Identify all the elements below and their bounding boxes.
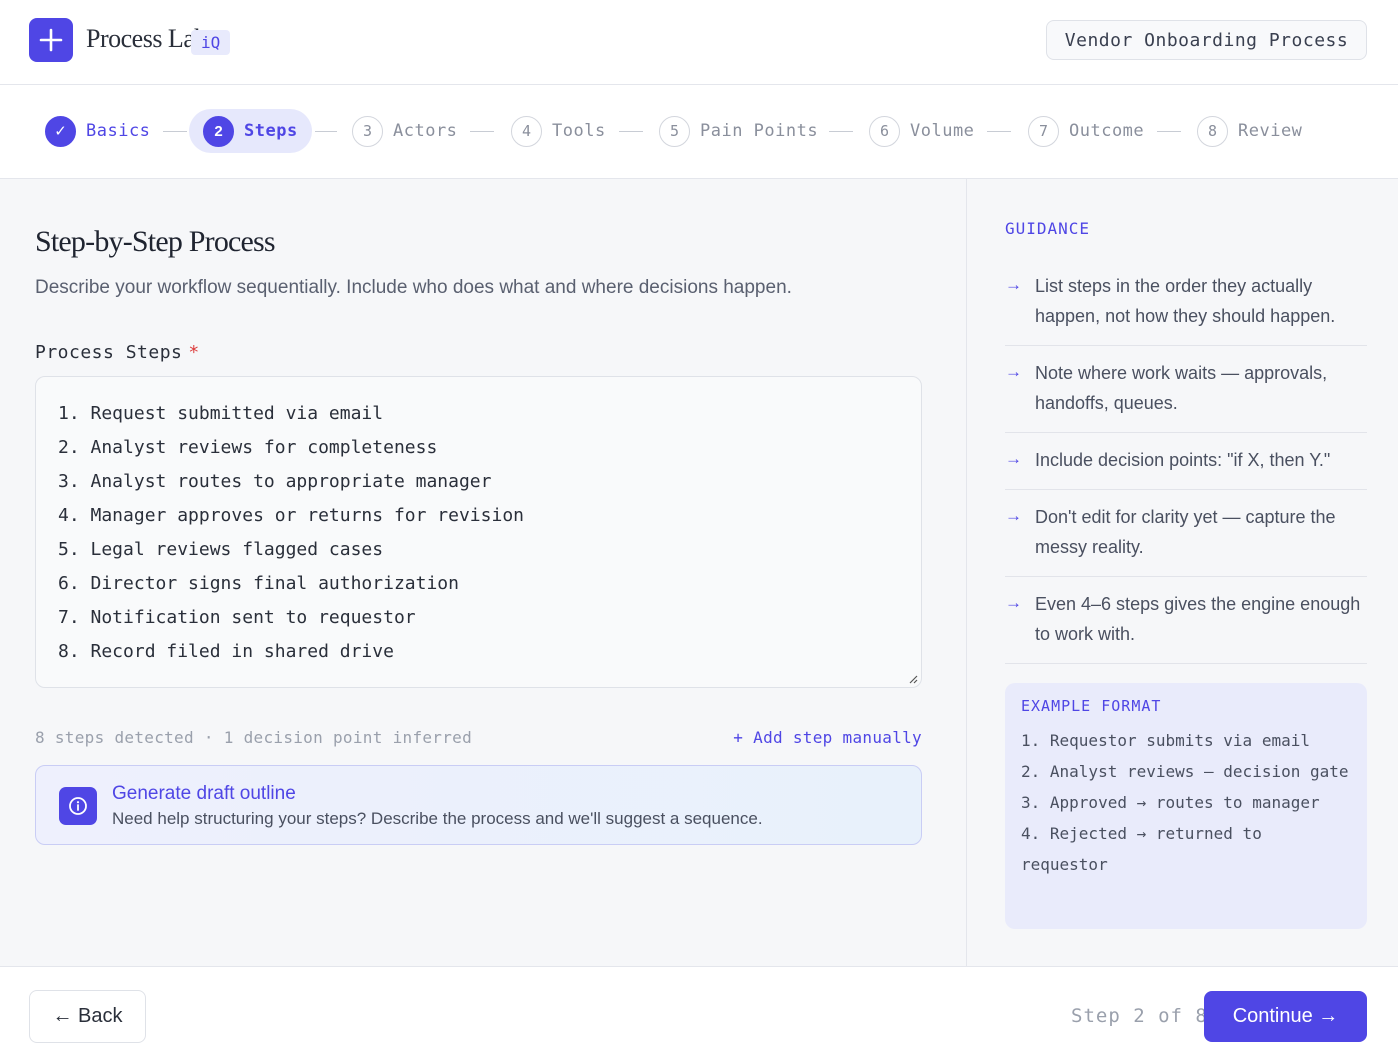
step-label: Pain Points [700, 121, 819, 141]
step-connector [987, 131, 1011, 132]
brand-name: Process Lab [86, 24, 207, 53]
info-icon [59, 787, 97, 825]
app-header: Process Lab iQ Vendor Onboarding Process [0, 0, 1398, 85]
list-item: → Don't edit for clarity yet — capture t… [1005, 490, 1367, 577]
required-marker: * [188, 342, 200, 363]
step-label: Outcome [1069, 121, 1145, 141]
example-line: 2. Analyst reviews — decision gate [1021, 762, 1349, 781]
arrow-right-icon: → [1005, 593, 1022, 612]
example-line: 3. Approved → routes to manager [1021, 793, 1320, 812]
step-label: Actors [393, 121, 458, 141]
step-label: Steps [244, 121, 298, 141]
step-basics[interactable]: ✓ Basics [45, 109, 150, 153]
step-line: 4. Manager approves or returns for revis… [58, 505, 524, 526]
step-line: 1. Request submitted via email [58, 403, 384, 424]
step-number: 5 [659, 115, 690, 147]
guidance-sidebar: GUIDANCE → List steps in the order they … [966, 179, 1398, 966]
continue-button[interactable]: Continue → [1204, 991, 1367, 1042]
step-number: 3 [352, 115, 383, 147]
page-title: Step-by-Step Process [35, 225, 276, 258]
step-review[interactable]: 8 Review [1197, 109, 1302, 153]
step-connector [163, 131, 187, 132]
step-number: 7 [1028, 115, 1059, 147]
callout-title[interactable]: Generate draft outline [112, 783, 296, 805]
step-label: Basics [86, 121, 151, 141]
list-item: → Include decision points: "if X, then Y… [1005, 433, 1367, 490]
step-number: 2 [203, 115, 234, 147]
guidance-heading: GUIDANCE [1005, 219, 1091, 238]
step-number: 6 [869, 115, 900, 147]
main-panel: Step-by-Step Process Describe your workf… [0, 179, 966, 966]
logo[interactable] [29, 18, 73, 62]
guidance-text: Include decision points: "if X, then Y." [1035, 450, 1331, 470]
generate-outline-callout[interactable]: Generate draft outline Need help structu… [35, 765, 922, 845]
plus-sparkle-icon [39, 28, 63, 52]
step-number: 8 [1197, 115, 1228, 147]
step-line: 5. Legal reviews flagged cases [58, 539, 384, 560]
step-line: 3. Analyst routes to appropriate manager [58, 471, 492, 492]
guidance-text: Don't edit for clarity yet — capture the… [1035, 507, 1336, 557]
arrow-right-icon: → [1005, 506, 1022, 525]
back-button[interactable]: ← Back [29, 990, 146, 1043]
arrow-right-icon: → [1005, 275, 1022, 294]
arrow-right-icon: → [1005, 449, 1022, 468]
step-number: 4 [511, 115, 542, 147]
brand-badge: iQ [191, 30, 231, 55]
resize-handle-icon[interactable] [908, 674, 918, 684]
example-format-box: EXAMPLE FORMAT 1. Requestor submits via … [1005, 683, 1367, 929]
step-connector [829, 131, 853, 132]
step-line: 8. Record filed in shared drive [58, 641, 394, 662]
list-item: → Note where work waits — approvals, han… [1005, 346, 1367, 433]
step-label: Volume [910, 121, 975, 141]
guidance-list: → List steps in the order they actually … [1005, 259, 1367, 664]
step-connector [470, 131, 494, 132]
progress-stepper: ✓ Basics 2 Steps 3 Actors 4 Tools 5 Pain… [0, 85, 1398, 179]
steps-detected-meta: 8 steps detected · 1 decision point infe… [35, 728, 473, 747]
step-outcome[interactable]: 7 Outcome [1028, 109, 1144, 153]
check-icon: ✓ [45, 115, 76, 147]
process-steps-textarea[interactable]: 1. Request submitted via email 2. Analys… [35, 376, 922, 688]
arrow-right-icon: → [1005, 362, 1022, 381]
step-connector [1157, 131, 1181, 132]
step-connector [315, 131, 337, 132]
list-item: → List steps in the order they actually … [1005, 259, 1367, 346]
guidance-text: List steps in the order they actually ha… [1035, 276, 1336, 326]
example-line: 4. Rejected → returned to requestor [1021, 824, 1262, 874]
step-volume[interactable]: 6 Volume [869, 109, 974, 153]
step-pain-points[interactable]: 5 Pain Points [659, 109, 818, 153]
step-connector [619, 131, 643, 132]
step-tools[interactable]: 4 Tools [511, 109, 606, 153]
page-subtitle: Describe your workflow sequentially. Inc… [35, 277, 792, 298]
step-line: 6. Director signs final authorization [58, 573, 459, 594]
guidance-text: Even 4–6 steps gives the engine enough t… [1035, 594, 1361, 644]
step-indicator: Step 2 of 8 [1071, 1005, 1208, 1027]
step-line: 7. Notification sent to requestor [58, 607, 416, 628]
step-actors[interactable]: 3 Actors [352, 109, 457, 153]
step-label: Tools [552, 121, 606, 141]
step-steps[interactable]: 2 Steps [189, 109, 312, 153]
list-item: → Even 4–6 steps gives the engine enough… [1005, 577, 1367, 664]
process-name-pill[interactable]: Vendor Onboarding Process [1046, 20, 1367, 60]
guidance-text: Note where work waits — approvals, hando… [1035, 363, 1328, 413]
step-label: Review [1238, 121, 1303, 141]
footer-bar: ← Back Step 2 of 8 Continue → [0, 966, 1398, 1060]
example-heading: EXAMPLE FORMAT [1021, 697, 1162, 715]
callout-text: Need help structuring your steps? Descri… [112, 809, 763, 828]
field-label-text: Process Steps [35, 342, 183, 363]
step-line: 2. Analyst reviews for completeness [58, 437, 438, 458]
process-steps-label: Process Steps * [35, 342, 200, 363]
add-step-manually-link[interactable]: + Add step manually [733, 728, 922, 747]
example-line: 1. Requestor submits via email [1021, 731, 1310, 750]
